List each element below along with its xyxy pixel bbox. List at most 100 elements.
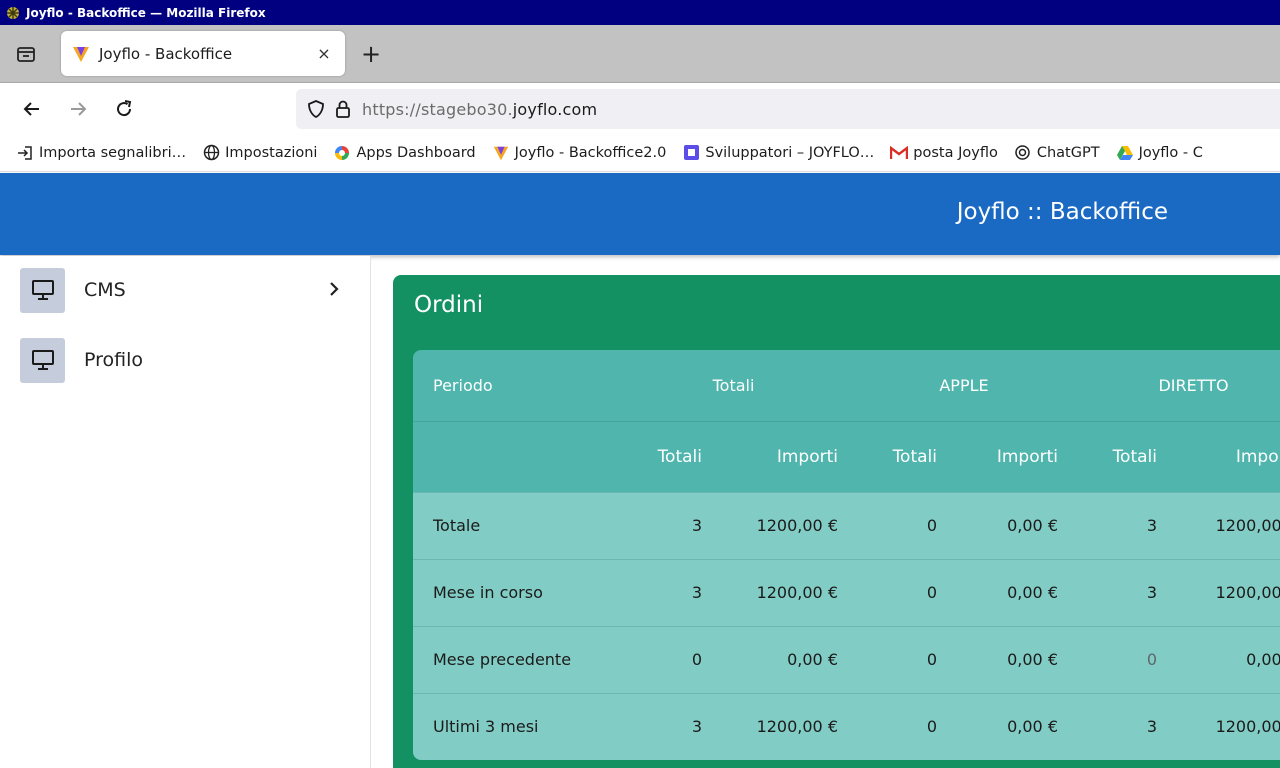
orders-card: Ordini Periodo Totali APPLE DIRETTO Tota… xyxy=(393,275,1280,768)
globe-icon xyxy=(202,144,220,162)
header-sub-totali: Totali xyxy=(657,446,702,467)
cell-totali: 0 xyxy=(926,650,937,669)
cell-importi: 1200,00 € xyxy=(1215,516,1280,535)
url-domain: joyflo.com xyxy=(512,99,598,119)
cell-totali: 3 xyxy=(1146,717,1157,737)
cell-importi: 0,00 € xyxy=(1007,516,1058,535)
sidebar-item-cms[interactable]: CMS xyxy=(20,267,350,313)
bookmark-importa-segnalibri[interactable]: Importa segnalibri… xyxy=(16,144,186,162)
sidebar: CMS Profilo xyxy=(0,256,371,768)
new-tab-button[interactable]: + xyxy=(356,39,386,69)
window-title: Joyflo - Backoffice — Mozilla Firefox xyxy=(26,5,266,20)
address-bar[interactable]: https://stagebo30.joyflo.com xyxy=(296,89,1280,129)
cell-totali: 0 xyxy=(926,583,937,602)
cell-importi: 1200,00 € xyxy=(756,516,838,535)
cell-importi: 1200,00 € xyxy=(1215,717,1280,737)
monitor-icon xyxy=(31,280,54,300)
orders-table-wrapper: Periodo Totali APPLE DIRETTO Totali Impo… xyxy=(413,350,1280,760)
bookmark-impostazioni[interactable]: Impostazioni xyxy=(202,144,317,162)
cell-importi: 0,00 € xyxy=(1246,650,1280,669)
sidebar-icon-box xyxy=(20,337,65,383)
tab-title: Joyflo - Backoffice xyxy=(99,44,233,63)
close-tab-icon[interactable]: × xyxy=(313,42,335,64)
table-row: Mese precedente 0 0,00 € 0 0,00 € 0 0,00… xyxy=(413,626,1280,693)
tab-strip: Joyflo - Backoffice × + xyxy=(0,25,1280,83)
row-label: Totale xyxy=(433,516,481,535)
bookmark-label: ChatGPT xyxy=(1036,144,1100,161)
url-prefix: https://stagebo30. xyxy=(362,99,513,119)
table-header-row-sub: Totali Importi Totali Importi Totali Imp… xyxy=(413,421,1280,492)
bookmark-label: posta Joyflo xyxy=(913,144,998,161)
reload-icon xyxy=(117,100,132,117)
cell-importi: 0,00 € xyxy=(1007,650,1058,669)
joyflo-icon xyxy=(492,144,510,162)
bookmark-chatgpt[interactable]: ChatGPT xyxy=(1014,144,1100,162)
header-periodo: Periodo xyxy=(433,375,493,395)
orders-table: Periodo Totali APPLE DIRETTO Totali Impo… xyxy=(413,350,1280,760)
header-group-diretto: DIRETTO xyxy=(1158,375,1229,395)
sidebar-icon-box xyxy=(20,267,65,313)
tab-joyflo-backoffice[interactable]: Joyflo - Backoffice × xyxy=(61,31,345,76)
app-header: Joyflo :: Backoffice xyxy=(0,173,1280,255)
cell-importi: 1200,00 € xyxy=(1215,583,1280,602)
bookmark-joyflo-drive[interactable]: Joyflo - C xyxy=(1116,144,1203,162)
bookmark-label: Joyflo - Backoffice2.0 xyxy=(514,144,667,161)
tab-manager-icon xyxy=(17,47,35,62)
bookmarks-bar: Importa segnalibri… Impostazioni Apps Da… xyxy=(0,134,1280,172)
cell-importi: 1200,00 € xyxy=(756,717,838,737)
header-sub-importi: Importi xyxy=(776,446,838,467)
devs-icon xyxy=(682,144,700,162)
tab-list-button[interactable] xyxy=(9,37,43,71)
cell-importi: 0,00 € xyxy=(1007,583,1058,602)
sidebar-item-profilo[interactable]: Profilo xyxy=(20,337,350,383)
cell-importi: 1200,00 € xyxy=(756,583,838,602)
firefox-icon xyxy=(4,4,21,21)
cell-totali: 3 xyxy=(1146,516,1157,535)
window-title-bar: Joyflo - Backoffice — Mozilla Firefox xyxy=(0,0,1280,25)
bookmark-label: Apps Dashboard xyxy=(356,144,476,161)
header-group-totali: Totali xyxy=(712,375,755,395)
cell-totali: 0 xyxy=(926,516,937,535)
bookmark-sviluppatori[interactable]: Sviluppatori – JOYFLO… xyxy=(682,144,874,162)
row-label: Ultimi 3 mesi xyxy=(433,717,539,737)
navigation-bar: https://stagebo30.joyflo.com xyxy=(0,84,1280,134)
cell-totali: 3 xyxy=(691,717,702,737)
table-row: Ultimi 3 mesi 3 1200,00 € 0 0,00 € 3 120… xyxy=(413,693,1280,760)
url-text[interactable]: https://stagebo30.joyflo.com xyxy=(362,100,597,119)
cell-totali: 3 xyxy=(691,583,702,602)
chatgpt-icon xyxy=(1014,144,1032,162)
header-sub-totali: Totali xyxy=(892,446,937,467)
apps-dashboard-icon xyxy=(333,144,351,162)
header-group-apple: APPLE xyxy=(939,375,989,395)
bookmark-apps-dashboard[interactable]: Apps Dashboard xyxy=(333,144,476,162)
sidebar-item-label: CMS xyxy=(84,279,126,301)
tracking-protection-icon[interactable] xyxy=(306,99,326,119)
joyflo-favicon-icon xyxy=(73,46,89,62)
orders-title: Ordini xyxy=(414,292,484,318)
cell-totali: 3 xyxy=(691,516,702,535)
table-header-row-groups: Periodo Totali APPLE DIRETTO xyxy=(413,350,1280,421)
drive-icon xyxy=(1116,144,1134,162)
header-empty xyxy=(413,421,613,492)
cell-importi: 0,00 € xyxy=(1007,717,1058,737)
lock-icon[interactable] xyxy=(334,99,352,119)
back-arrow-icon xyxy=(23,102,39,116)
forward-button[interactable] xyxy=(62,93,94,125)
header-sub-importi: Importi xyxy=(996,446,1058,467)
gmail-icon xyxy=(890,144,909,162)
row-label: Mese precedente xyxy=(433,650,572,669)
cell-totali: 3 xyxy=(1146,583,1157,602)
chevron-right-icon[interactable] xyxy=(324,279,344,299)
table-row: Totale 3 1200,00 € 0 0,00 € 3 1200,00 € xyxy=(413,492,1280,559)
back-button[interactable] xyxy=(16,93,48,125)
bookmark-label: Importa segnalibri… xyxy=(39,144,187,161)
import-icon xyxy=(16,144,34,162)
table-row: Mese in corso 3 1200,00 € 0 0,00 € 3 120… xyxy=(413,559,1280,626)
cell-totali: 0 xyxy=(926,717,937,737)
header-sub-importi: Importi xyxy=(1235,446,1280,467)
bookmark-joyflo-backoffice2[interactable]: Joyflo - Backoffice2.0 xyxy=(492,144,667,162)
bookmark-posta-joyflo[interactable]: posta Joyflo xyxy=(890,144,998,162)
reload-button[interactable] xyxy=(108,93,140,125)
bookmark-label: Sviluppatori – JOYFLO… xyxy=(705,144,875,161)
row-label: Mese in corso xyxy=(433,583,543,602)
